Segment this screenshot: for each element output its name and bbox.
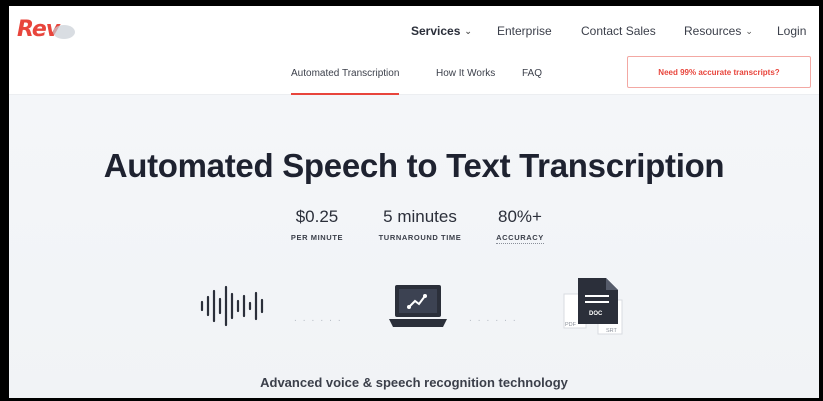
nav-resources-label: Resources	[684, 24, 742, 38]
subnav-how-it-works[interactable]: How It Works	[436, 68, 495, 79]
nav-login[interactable]: Login	[777, 24, 806, 38]
chevron-down-icon: ⌄	[745, 25, 753, 36]
stat-price: $0.25 PER MINUTE	[277, 207, 357, 242]
nav-services[interactable]: Services ⌄	[411, 24, 472, 38]
pdf-label: PDF	[565, 322, 576, 328]
stat-accuracy: 80%+ ACCURACY	[484, 207, 556, 244]
accurate-transcripts-label: Need 99% accurate transcripts?	[658, 67, 780, 77]
top-navigation-bar: Rev Services ⌄ Enterprise Contact Sales …	[9, 6, 819, 61]
sound-wave-icon	[200, 285, 264, 327]
stat-accuracy-value: 80%+	[498, 207, 542, 226]
subnav-automated-transcription[interactable]: Automated Transcription	[291, 68, 400, 95]
stat-turnaround: 5 minutes TURNAROUND TIME	[364, 207, 476, 242]
stat-price-value: $0.25	[295, 207, 339, 226]
doc-label: DOC	[589, 311, 603, 317]
chevron-down-icon: ⌄	[464, 25, 472, 36]
stat-turnaround-value: 5 minutes	[383, 207, 457, 226]
hero-tagline: Advanced voice & speech recognition tech…	[260, 375, 568, 390]
stat-accuracy-label[interactable]: ACCURACY	[496, 233, 544, 244]
nav-contact-sales[interactable]: Contact Sales	[581, 24, 656, 38]
main-nav: Services ⌄ Enterprise Contact Sales Reso…	[9, 24, 819, 44]
connector-dots-right: ......	[469, 313, 522, 324]
accurate-transcripts-button[interactable]: Need 99% accurate transcripts?	[627, 56, 811, 88]
srt-label: SRT	[606, 328, 617, 334]
nav-enterprise[interactable]: Enterprise	[497, 24, 552, 38]
stat-price-label: PER MINUTE	[290, 233, 344, 242]
document-icon: DOC PDF SRT	[562, 276, 636, 338]
subnav-how-it-works-label: How It Works	[436, 68, 496, 79]
stat-turnaround-label: TURNAROUND TIME	[378, 233, 462, 242]
nav-contact-sales-label: Contact Sales	[581, 24, 656, 38]
hero-section: Automated Speech to Text Transcription $…	[9, 95, 819, 398]
subnav-faq-label: FAQ	[522, 68, 543, 79]
sub-navigation-bar: Automated Transcription How It Works FAQ…	[9, 56, 819, 95]
page: Rev Services ⌄ Enterprise Contact Sales …	[9, 6, 819, 398]
nav-login-label: Login	[777, 24, 807, 38]
subnav-faq[interactable]: FAQ	[522, 68, 542, 79]
laptop-icon	[389, 285, 447, 327]
connector-dots-left: ......	[294, 313, 347, 324]
hero-title: Automated Speech to Text Transcription	[103, 147, 725, 184]
subnav-automated-transcription-label: Automated Transcription	[291, 68, 400, 79]
nav-enterprise-label: Enterprise	[497, 24, 552, 38]
nav-resources[interactable]: Resources ⌄	[684, 24, 753, 38]
nav-services-label: Services	[411, 24, 461, 38]
